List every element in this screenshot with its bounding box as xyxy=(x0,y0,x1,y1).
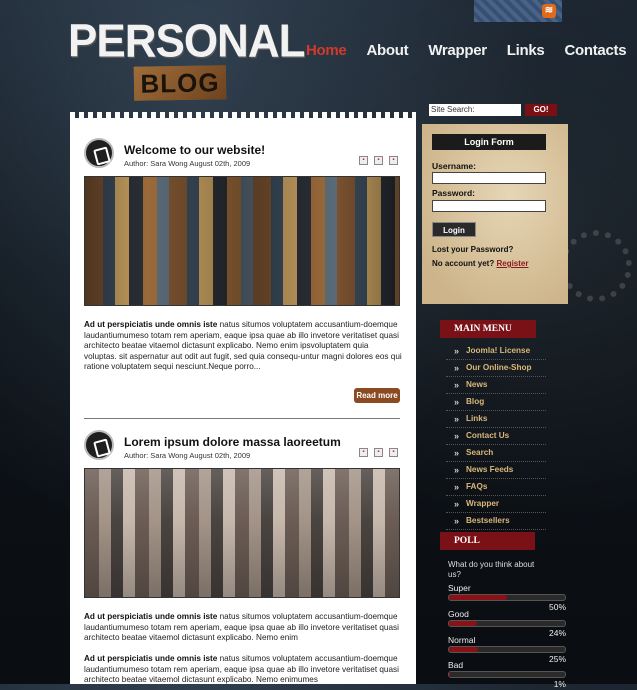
poll-option-label: Good xyxy=(448,609,469,619)
post-excerpt: Ad ut perspiciatis unde omnis iste natus… xyxy=(84,654,402,686)
post-tools: ▪ ▪ ▪ xyxy=(359,156,398,165)
poll-bar xyxy=(448,671,566,678)
post-avatar-icon xyxy=(84,138,114,168)
lost-password-link[interactable]: Lost your Password? xyxy=(432,245,513,254)
menu-item-news[interactable]: News xyxy=(446,377,546,394)
email-icon[interactable]: ▪ xyxy=(389,448,398,457)
menu-item-links[interactable]: Links xyxy=(446,411,546,428)
poll-bar-fill xyxy=(449,621,477,626)
poll-bar-fill xyxy=(449,672,451,677)
login-title: Login Form xyxy=(432,134,546,150)
main-content: Welcome to our website! Author: Sara Won… xyxy=(70,112,416,684)
menu-item-online-shop[interactable]: Our Online-Shop xyxy=(446,360,546,377)
poll-option[interactable]: Good 24% xyxy=(448,609,566,638)
post-excerpt-lead: Ad ut perspiciatis unde omnis iste xyxy=(84,612,218,621)
post-excerpt: Ad ut perspiciatis unde omnis iste natus… xyxy=(84,320,402,373)
poll-option[interactable]: Super 50% xyxy=(448,583,566,612)
poll-option[interactable]: Bad 1% xyxy=(448,660,566,689)
poll-title: POLL xyxy=(440,532,535,550)
main-menu: Joomla! License Our Online-Shop News Blo… xyxy=(446,343,546,530)
post-meta: Author: Sara Wong August 02th, 2009 xyxy=(124,159,251,168)
logo-title[interactable]: PERSONAL xyxy=(68,16,305,67)
post-title[interactable]: Lorem ipsum dolore massa laoreetum xyxy=(124,435,341,449)
menu-item-faqs[interactable]: FAQs xyxy=(446,479,546,496)
poll-bar xyxy=(448,594,566,601)
menu-item-joomla-license[interactable]: Joomla! License xyxy=(446,343,546,360)
pdf-icon[interactable]: ▪ xyxy=(359,448,368,457)
poll-question: What do you think about us? xyxy=(448,560,535,579)
post-divider xyxy=(84,418,400,419)
post-image xyxy=(84,176,400,306)
blog-post: Welcome to our website! Author: Sara Won… xyxy=(84,138,402,428)
logo-subtitle[interactable]: BLOG xyxy=(133,65,227,101)
print-icon[interactable]: ▪ xyxy=(374,448,383,457)
site-search-input[interactable]: Site Search: xyxy=(429,104,521,116)
read-more-button[interactable]: Read more xyxy=(354,388,400,403)
search-go-button[interactable]: GO! xyxy=(525,104,557,116)
post-meta: Author: Sara Wong August 02th, 2009 xyxy=(124,451,251,460)
post-tools: ▪ ▪ ▪ xyxy=(359,448,398,457)
menu-item-wrapper[interactable]: Wrapper xyxy=(446,496,546,513)
nav-contacts[interactable]: Contacts xyxy=(564,42,626,59)
post-image xyxy=(84,468,400,598)
register-prompt: No account yet? Register xyxy=(432,259,528,268)
nav-home[interactable]: Home xyxy=(306,42,347,59)
poll-bar-fill xyxy=(449,647,478,652)
login-form: Login Form Username: Password: Login Los… xyxy=(422,124,568,304)
email-icon[interactable]: ▪ xyxy=(389,156,398,165)
menu-item-blog[interactable]: Blog xyxy=(446,394,546,411)
gear-decoration-icon xyxy=(560,230,632,302)
blog-post: Lorem ipsum dolore massa laoreetum Autho… xyxy=(84,430,402,690)
main-nav: Home About Wrapper Links Contacts xyxy=(306,42,637,59)
print-icon[interactable]: ▪ xyxy=(374,156,383,165)
menu-item-bestsellers[interactable]: Bestsellers xyxy=(446,513,546,530)
post-excerpt-lead: Ad ut perspiciatis unde omnis iste xyxy=(84,320,218,329)
menu-item-news-feeds[interactable]: News Feeds xyxy=(446,462,546,479)
username-label: Username: xyxy=(432,161,476,171)
password-field[interactable] xyxy=(432,200,546,212)
rss-banner[interactable]: ≋ xyxy=(474,0,562,22)
post-avatar-icon xyxy=(84,430,114,460)
menu-item-search[interactable]: Search xyxy=(446,445,546,462)
nav-about[interactable]: About xyxy=(366,42,408,59)
poll-option-label: Super xyxy=(448,583,471,593)
post-title[interactable]: Welcome to our website! xyxy=(124,143,265,157)
poll-bar-fill xyxy=(449,595,507,600)
post-excerpt: Ad ut perspiciatis unde omnis iste natus… xyxy=(84,612,402,644)
nav-wrapper[interactable]: Wrapper xyxy=(428,42,487,59)
login-button[interactable]: Login xyxy=(432,222,476,237)
main-menu-title: MAIN MENU xyxy=(440,320,536,338)
menu-item-contact-us[interactable]: Contact Us xyxy=(446,428,546,445)
password-label: Password: xyxy=(432,188,475,198)
register-link[interactable]: Register xyxy=(496,259,528,268)
poll-bar xyxy=(448,620,566,627)
rss-icon[interactable]: ≋ xyxy=(542,4,556,18)
poll-bar xyxy=(448,646,566,653)
no-account-text: No account yet? xyxy=(432,259,495,268)
poll-option-label: Bad xyxy=(448,660,464,670)
nav-links[interactable]: Links xyxy=(507,42,545,59)
post-excerpt-lead: Ad ut perspiciatis unde omnis iste xyxy=(84,654,218,663)
poll-option-label: Normal xyxy=(448,635,476,645)
username-field[interactable] xyxy=(432,172,546,184)
pdf-icon[interactable]: ▪ xyxy=(359,156,368,165)
poll-percent: 1% xyxy=(553,679,566,689)
